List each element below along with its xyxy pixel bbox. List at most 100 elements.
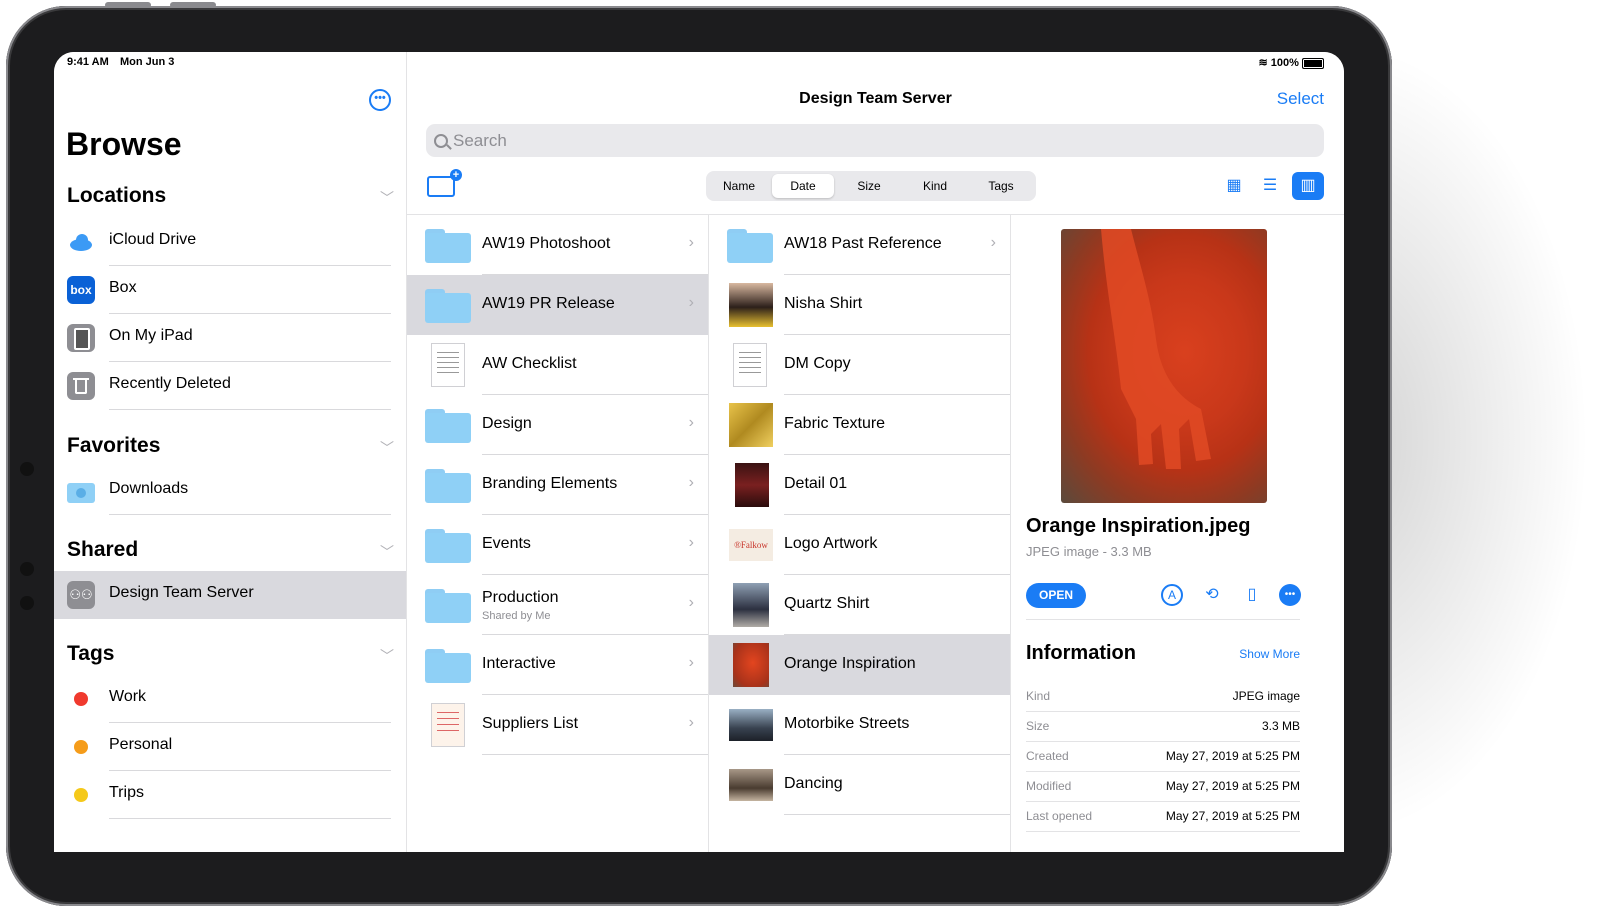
more-options-icon[interactable]: •••	[369, 89, 391, 111]
new-folder-icon[interactable]: +	[427, 169, 462, 197]
item-name: Nisha Shirt	[784, 295, 863, 312]
section-locations-header[interactable]: Locations	[67, 184, 166, 208]
chevron-down-icon[interactable]: ﹀	[380, 542, 394, 562]
item-name: Fabric Texture	[784, 415, 886, 432]
search-placeholder: Search	[453, 131, 507, 150]
item-name: Interactive	[482, 655, 556, 672]
info-row: Size 3.3 MB	[1026, 711, 1300, 742]
list-item[interactable]: Branding Elements ›	[407, 455, 708, 515]
divider	[784, 814, 1010, 815]
info-row: Last opened May 27, 2019 at 5:25 PM	[1026, 801, 1300, 832]
info-row: Modified May 27, 2019 at 5:25 PM	[1026, 771, 1300, 802]
sidebar: 9:41 AM Mon Jun 3 ••• Browse Locations ﹀…	[54, 52, 407, 852]
file-name: Orange Inspiration.jpeg	[1026, 515, 1251, 537]
trash-icon	[67, 372, 95, 400]
info-title: Information	[1026, 642, 1136, 664]
section-shared-header[interactable]: Shared	[67, 538, 138, 562]
chevron-down-icon[interactable]: ﹀	[380, 646, 394, 666]
list-item[interactable]: AW18 Past Reference ›	[709, 215, 1010, 275]
list-item[interactable]: Motorbike Streets	[709, 695, 1010, 755]
list-item[interactable]: AW19 Photoshoot ›	[407, 215, 708, 275]
sidebar-item-on-my-ipad[interactable]: On My iPad	[54, 314, 406, 362]
file-meta: JPEG image - 3.3 MB	[1026, 544, 1152, 559]
list-item[interactable]: Interactive ›	[407, 635, 708, 695]
server-icon: ⚇⚇	[67, 581, 95, 609]
list-item[interactable]: Nisha Shirt	[709, 275, 1010, 335]
open-button[interactable]: OPEN	[1026, 583, 1086, 608]
item-name: AW19 PR Release	[482, 295, 615, 312]
pdf-icon[interactable]: ▯	[1241, 584, 1263, 606]
folder-icon	[727, 229, 773, 263]
camera-dot	[20, 596, 34, 610]
chevron-right-icon: ›	[688, 654, 694, 671]
sidebar-item-icloud-drive[interactable]: iCloud Drive	[54, 218, 406, 266]
ipad-icon	[67, 324, 95, 352]
sidebar-item-tag-trips[interactable]: Trips	[54, 771, 406, 819]
status-date: Mon Jun 3	[120, 56, 175, 68]
chevron-right-icon: ›	[688, 234, 694, 251]
box-icon: box	[67, 276, 95, 304]
list-item[interactable]: Design ›	[407, 395, 708, 455]
sort-tab-size[interactable]: Size	[838, 174, 900, 198]
folder-column-2: AW18 Past Reference › Nisha Shirt DM Cop…	[709, 215, 1011, 852]
volume-button	[170, 2, 216, 8]
ipad-screen: 9:41 AM Mon Jun 3 ••• Browse Locations ﹀…	[54, 52, 1344, 852]
tag-color-dot	[74, 788, 88, 802]
list-item[interactable]: Events ›	[407, 515, 708, 575]
divider	[109, 818, 391, 819]
chevron-down-icon[interactable]: ﹀	[380, 438, 394, 458]
sidebar-item-recently-deleted[interactable]: Recently Deleted	[54, 362, 406, 410]
section-tags-header[interactable]: Tags	[67, 642, 114, 666]
sort-tab-kind[interactable]: Kind	[904, 174, 966, 198]
volume-button	[105, 2, 151, 8]
sidebar-item-tag-work[interactable]: Work	[54, 675, 406, 723]
list-item[interactable]: Suppliers List ›	[407, 695, 708, 755]
folder-icon	[425, 529, 471, 563]
sort-tab-name[interactable]: Name	[710, 174, 768, 198]
downloads-folder-icon	[67, 477, 95, 505]
chevron-right-icon: ›	[688, 714, 694, 731]
item-name: Motorbike Streets	[784, 715, 910, 732]
list-item[interactable]: Dancing	[709, 755, 1010, 815]
list-item[interactable]: ®Falkow Logo Artwork	[709, 515, 1010, 575]
list-item[interactable]: Production Shared by Me ›	[407, 575, 708, 635]
sidebar-item-label: Box	[109, 279, 137, 296]
markup-icon[interactable]: A	[1161, 584, 1183, 606]
chevron-right-icon: ›	[688, 474, 694, 491]
item-name: Production	[482, 589, 559, 606]
show-more-link[interactable]: Show More	[1239, 647, 1300, 661]
image-thumbnail	[729, 283, 773, 327]
more-actions-icon[interactable]: •••	[1279, 584, 1301, 606]
folder-icon	[425, 289, 471, 323]
rotate-icon[interactable]: ⟲	[1201, 584, 1223, 606]
chevron-down-icon[interactable]: ﹀	[380, 188, 394, 208]
section-favorites-header[interactable]: Favorites	[67, 434, 160, 458]
info-row: Kind JPEG image	[1026, 681, 1300, 712]
list-item[interactable]: AW Checklist	[407, 335, 708, 395]
sort-tab-date[interactable]: Date	[772, 174, 834, 198]
sidebar-item-downloads[interactable]: Downloads	[54, 467, 406, 515]
list-item[interactable]: Quartz Shirt	[709, 575, 1010, 635]
item-name: Design	[482, 415, 532, 432]
sidebar-item-label: Personal	[109, 736, 173, 753]
sort-segmented-control: Name Date Size Kind Tags	[706, 171, 1036, 201]
preview-pane: Orange Inspiration.jpeg JPEG image - 3.3…	[1011, 52, 1341, 852]
list-item[interactable]: Detail 01	[709, 455, 1010, 515]
list-item[interactable]: Fabric Texture	[709, 395, 1010, 455]
list-item[interactable]: AW19 PR Release ›	[407, 275, 708, 335]
sidebar-item-box[interactable]: box Box	[54, 266, 406, 314]
main-browser: ≋ 100% Design Team Server Select Search …	[407, 52, 1344, 852]
logo-thumbnail: ®Falkow	[729, 529, 773, 561]
item-name: AW19 Photoshoot	[482, 235, 611, 252]
chevron-right-icon: ›	[990, 234, 996, 251]
item-name: DM Copy	[784, 355, 851, 372]
sidebar-item-label: Work	[109, 688, 147, 705]
list-item[interactable]: Orange Inspiration	[709, 635, 1010, 695]
item-name: Events	[482, 535, 531, 552]
sidebar-item-tag-personal[interactable]: Personal	[54, 723, 406, 771]
image-thumbnail	[729, 403, 773, 447]
list-item[interactable]: DM Copy	[709, 335, 1010, 395]
sidebar-item-label: Design Team Server	[109, 584, 254, 601]
sidebar-item-design-team-server[interactable]: ⚇⚇ Design Team Server	[54, 571, 406, 619]
image-thumbnail	[733, 643, 769, 687]
